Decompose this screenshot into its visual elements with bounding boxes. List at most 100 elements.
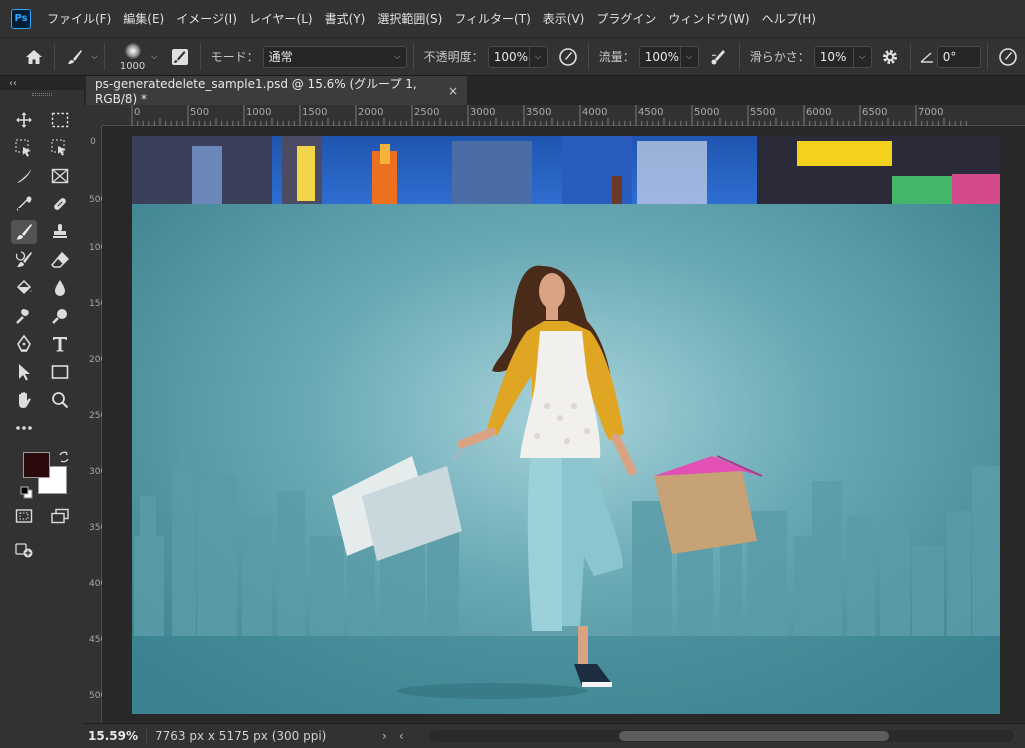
document-info[interactable]: 7763 px x 5175 px (300 ppi)	[146, 729, 378, 743]
brush-size-value: 1000	[119, 60, 146, 72]
document-tab[interactable]: ps-generatedelete_sample1.psd @ 15.6% (グ…	[86, 76, 467, 106]
document-canvas[interactable]	[132, 136, 1000, 714]
eyedropper-icon[interactable]	[11, 192, 37, 216]
home-icon[interactable]	[20, 43, 48, 71]
scrollbar-thumb[interactable]	[619, 731, 889, 741]
mode-select[interactable]: 通常 ⌵	[262, 45, 407, 68]
opacity-label: 不透明度：	[423, 50, 484, 64]
flow-input[interactable]: 100%	[638, 45, 681, 68]
pressure-size-icon[interactable]	[994, 43, 1022, 71]
chevron-down-icon[interactable]: ⌵	[853, 45, 872, 68]
document-tab-bar: ps-generatedelete_sample1.psd @ 15.6% (グ…	[0, 76, 1025, 106]
close-icon[interactable]: ×	[448, 84, 458, 98]
status-bar: 15.59% 7763 px x 5175 px (300 ppi) › ‹	[84, 723, 1025, 748]
chevron-down-icon: ⌵	[393, 51, 401, 62]
eyedropper-alt-icon[interactable]	[11, 164, 37, 188]
menu-image[interactable]: イメージ(I)	[170, 10, 243, 27]
menu-bar: Ps ファイル(F) 編集(E) イメージ(I) レイヤー(L) 書式(Y) 選…	[0, 0, 1025, 38]
collapse-panel-icon[interactable]: ‹‹	[9, 78, 17, 89]
panel-grip[interactable]	[32, 93, 52, 96]
horizontal-ruler[interactable]: 0 500 1000 1500 2000 2500 3000 3500 4000…	[102, 105, 1025, 126]
healing-brush-icon[interactable]	[47, 192, 73, 216]
blur-drop-icon[interactable]	[47, 276, 73, 300]
options-bar: ⌵ 1000 ⌵ モード： 通常 ⌵ 不透明度： 100% ⌵ 流量： 100%…	[0, 38, 1025, 76]
screen-mode-icon[interactable]	[47, 504, 73, 528]
move-tool-icon[interactable]	[11, 108, 37, 132]
crop-icon[interactable]	[47, 136, 73, 160]
ruler-label: 6500	[862, 107, 888, 118]
ruler-label: 1500	[302, 107, 328, 118]
paint-bucket-icon[interactable]	[11, 276, 37, 300]
menu-window[interactable]: ウィンドウ(W)	[662, 10, 755, 27]
frame-tool-icon[interactable]	[47, 164, 73, 188]
ruler-label: 7000	[918, 107, 944, 118]
brush-settings-icon[interactable]	[166, 43, 194, 71]
mode-value: 通常	[268, 50, 293, 64]
angle-input[interactable]: 0°	[936, 45, 981, 68]
separator	[103, 43, 105, 70]
airbrush-icon[interactable]	[705, 43, 733, 71]
ruler-label: 500	[190, 107, 210, 118]
dodge-icon[interactable]	[11, 304, 37, 328]
zoom-level[interactable]: 15.59%	[84, 729, 146, 743]
scroll-left-icon[interactable]: ‹	[399, 729, 404, 743]
menu-type[interactable]: 書式(Y)	[319, 10, 372, 27]
vertical-ruler[interactable]: 0 500 1000 1500 2000 2500 3000 3500 4000…	[84, 126, 112, 723]
chevron-down-icon[interactable]: ⌵	[529, 45, 548, 68]
ruler-label-0: 0	[134, 107, 141, 118]
canvas-workspace[interactable]	[102, 126, 1025, 723]
ruler-label: 2000	[358, 107, 384, 118]
opacity-input[interactable]: 100%	[487, 45, 530, 68]
photoshop-logo-icon: Ps	[11, 8, 31, 29]
rectangular-marquee-icon[interactable]	[47, 108, 73, 132]
ruler-label: 5000	[694, 107, 720, 118]
foreground-color-swatch[interactable]	[23, 452, 50, 478]
menu-file[interactable]: ファイル(F)	[41, 10, 117, 27]
swap-colors-icon[interactable]	[58, 448, 70, 467]
ruler-label: 4000	[89, 579, 112, 589]
zoom-lens-icon[interactable]	[47, 304, 73, 328]
default-colors-icon[interactable]	[20, 484, 33, 503]
horizontal-scrollbar[interactable]	[429, 730, 1014, 742]
brush-preview-icon	[124, 42, 141, 59]
menu-help[interactable]: ヘルプ(H)	[756, 10, 822, 27]
brush-tool-icon[interactable]	[11, 220, 37, 244]
pressure-opacity-icon[interactable]	[554, 43, 582, 71]
brush-tool-preset-icon[interactable]	[61, 43, 89, 71]
type-tool-icon[interactable]	[47, 332, 73, 356]
edit-toolbar-icon[interactable]	[11, 538, 37, 562]
rectangle-shape-icon[interactable]	[47, 360, 73, 384]
more-tools-icon[interactable]	[11, 416, 37, 440]
menu-layer[interactable]: レイヤー(L)	[243, 10, 319, 27]
menu-view[interactable]: 表示(V)	[537, 10, 591, 27]
gear-icon[interactable]	[876, 43, 904, 71]
clone-stamp-icon[interactable]	[47, 220, 73, 244]
object-selection-icon[interactable]	[11, 136, 37, 160]
ruler-label: 3000	[89, 467, 112, 477]
history-brush-icon[interactable]	[11, 248, 37, 272]
pen-tool-icon[interactable]	[11, 332, 37, 356]
path-selection-icon[interactable]	[11, 360, 37, 384]
ruler-label: 2000	[89, 355, 112, 365]
mode-label: モード：	[210, 50, 259, 64]
brush-size-picker[interactable]: 1000	[111, 40, 151, 74]
smoothing-input[interactable]: 10%	[813, 45, 854, 68]
quick-mask-icon[interactable]	[11, 504, 37, 528]
ruler-label: 3500	[526, 107, 552, 118]
menu-select[interactable]: 選択範囲(S)	[371, 10, 448, 27]
menu-edit[interactable]: 編集(E)	[117, 10, 170, 27]
hand-tool-icon[interactable]	[11, 388, 37, 412]
menu-filter[interactable]: フィルター(T)	[448, 10, 536, 27]
menu-plugins[interactable]: プラグイン	[590, 10, 662, 27]
ruler-label: 2500	[89, 411, 112, 421]
zoom-tool-icon[interactable]	[47, 388, 73, 412]
chevron-down-icon[interactable]: ⌵	[91, 52, 98, 62]
chevron-down-icon[interactable]: ⌵	[680, 45, 699, 68]
ruler-corner[interactable]	[84, 105, 102, 126]
ruler-label: 500	[89, 195, 107, 205]
angle-icon	[917, 43, 937, 71]
chevron-down-icon[interactable]: ⌵	[151, 52, 158, 62]
eraser-icon[interactable]	[47, 248, 73, 272]
ruler-label: 3000	[470, 107, 496, 118]
status-menu-arrow-icon[interactable]: ›	[382, 729, 387, 743]
